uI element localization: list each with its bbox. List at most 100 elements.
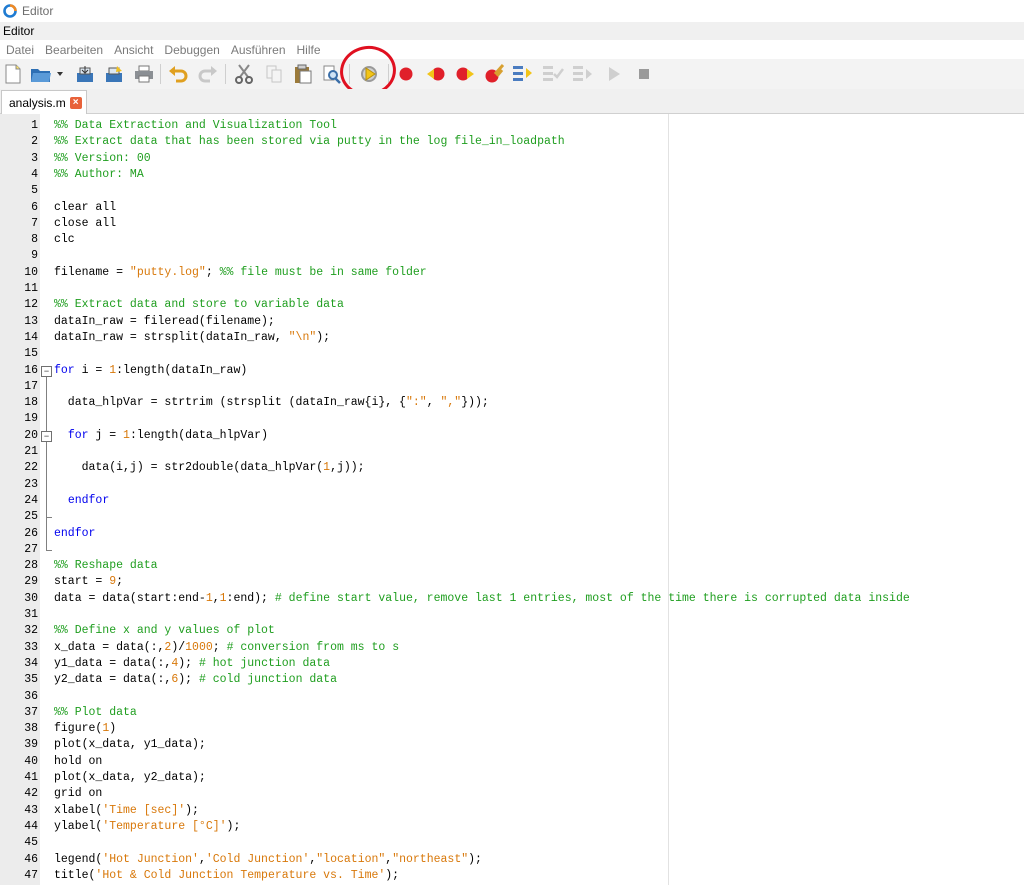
code-token: "putty.log"	[129, 265, 206, 279]
code-token: );	[178, 656, 199, 670]
cut-icon[interactable]	[233, 63, 255, 85]
code-text: %% Reshape data	[54, 558, 158, 574]
code-line[interactable]: 3 %% Version: 00	[0, 151, 1024, 167]
code-line[interactable]: 23	[0, 477, 1024, 493]
next-breakpoint-icon[interactable]	[454, 63, 476, 85]
code-token: title(	[54, 868, 96, 882]
breakpoint-icon[interactable]	[395, 63, 417, 85]
code-line[interactable]: 34 y1_data = data(:,4); # hot junction da…	[0, 656, 1024, 672]
code-line[interactable]: 21	[0, 444, 1024, 460]
line-number: 45	[24, 836, 38, 850]
menu-ausfuehren[interactable]: Ausführen	[225, 43, 291, 57]
code-line[interactable]: 25	[0, 509, 1024, 525]
code-line[interactable]: 22 data(i,j) = str2double(data_hlpVar(1,…	[0, 460, 1024, 476]
code-line[interactable]: 44 ylabel('Temperature [°C]');	[0, 819, 1024, 835]
code-line[interactable]: 42 grid on	[0, 786, 1024, 802]
code-line[interactable]: 20 for j = 1:length(data_hlpVar)	[0, 428, 1024, 444]
menu-hilfe[interactable]: Hilfe	[291, 43, 326, 57]
code-line[interactable]: 5	[0, 183, 1024, 199]
line-number: 15	[24, 347, 38, 361]
step-in-icon[interactable]	[542, 63, 564, 85]
code-line[interactable]: 45	[0, 835, 1024, 851]
line-number: 29	[24, 575, 38, 589]
code-line[interactable]: 2 %% Extract data that has been stored vi…	[0, 134, 1024, 150]
code-line[interactable]: 16 for i = 1:length(dataIn_raw)	[0, 363, 1024, 379]
code-editor[interactable]: 1 %% Data Extraction and Visualization To…	[0, 114, 1024, 885]
step-out-icon[interactable]	[572, 63, 594, 85]
code-line[interactable]: 37 %% Plot data	[0, 705, 1024, 721]
code-line[interactable]: 18 data_hlpVar = strtrim (strsplit (data…	[0, 395, 1024, 411]
code-line[interactable]: 32 %% Define x and y values of plot	[0, 623, 1024, 639]
code-line[interactable]: 11	[0, 281, 1024, 297]
print-icon[interactable]	[133, 63, 155, 85]
code-text: for i = 1:length(dataIn_raw)	[54, 363, 247, 379]
code-token: y2_data = data(:,	[54, 673, 172, 687]
new-file-icon[interactable]	[2, 63, 24, 85]
code-line[interactable]: 47 title('Hot & Cold Junction Temperature…	[0, 868, 1024, 884]
save-as-icon[interactable]	[103, 63, 125, 85]
code-text: endfor	[54, 493, 109, 509]
code-token: 1000	[185, 640, 213, 654]
code-line[interactable]: 40 hold on	[0, 754, 1024, 770]
find-icon[interactable]	[320, 63, 342, 85]
editor-panel-header: Editor	[0, 22, 1024, 40]
menu-debuggen[interactable]: Debuggen	[158, 43, 224, 57]
code-text: ylabel('Temperature [°C]');	[54, 819, 240, 835]
code-line[interactable]: 27	[0, 542, 1024, 558]
code-line[interactable]: 24 endfor	[0, 493, 1024, 509]
open-file-icon[interactable]	[30, 63, 52, 85]
octave-app-icon	[3, 4, 17, 18]
clear-breakpoints-icon[interactable]	[483, 63, 505, 85]
continue-icon[interactable]	[603, 63, 625, 85]
code-line[interactable]: 28 %% Reshape data	[0, 558, 1024, 574]
line-number: 24	[24, 493, 38, 507]
code-token: plot(x_data, y2_data);	[54, 771, 206, 784]
code-line[interactable]: 43 xlabel('Time [sec]');	[0, 803, 1024, 819]
code-line[interactable]: 4 %% Author: MA	[0, 167, 1024, 183]
previous-breakpoint-icon[interactable]	[425, 63, 447, 85]
code-line[interactable]: 33 x_data = data(:,2)/1000; # conversion …	[0, 640, 1024, 656]
code-line[interactable]: 39 plot(x_data, y1_data);	[0, 737, 1024, 753]
code-line[interactable]: 15	[0, 346, 1024, 362]
close-icon[interactable]: ×	[69, 96, 82, 109]
save-icon[interactable]	[74, 63, 96, 85]
code-line[interactable]: 38 figure(1)	[0, 721, 1024, 737]
code-line[interactable]: 26 endfor	[0, 526, 1024, 542]
stop-icon[interactable]	[633, 63, 655, 85]
redo-icon[interactable]	[197, 63, 219, 85]
line-number: 9	[31, 249, 38, 263]
code-line[interactable]: 46 legend('Hot Junction','Cold Junction',…	[0, 852, 1024, 868]
code-line[interactable]: 9	[0, 248, 1024, 264]
step-icon[interactable]	[512, 63, 534, 85]
dropdown-arrow-icon[interactable]	[54, 63, 66, 85]
code-line[interactable]: 29 start = 9;	[0, 574, 1024, 590]
line-number: 37	[24, 705, 38, 719]
code-line[interactable]: 7 close all	[0, 216, 1024, 232]
code-line[interactable]: 8 clc	[0, 232, 1024, 248]
menu-datei[interactable]: Datei	[0, 43, 39, 57]
code-line[interactable]: 14 dataIn_raw = strsplit(dataIn_raw, "\n"…	[0, 330, 1024, 346]
code-line[interactable]: 1 %% Data Extraction and Visualization To…	[0, 118, 1024, 134]
code-line[interactable]: 17	[0, 379, 1024, 395]
copy-icon[interactable]	[263, 63, 285, 85]
code-line[interactable]: 41 plot(x_data, y2_data);	[0, 770, 1024, 786]
code-line[interactable]: 19	[0, 411, 1024, 427]
paste-icon[interactable]	[292, 63, 314, 85]
code-token: # cold junction data	[198, 673, 337, 687]
menu-ansicht[interactable]: Ansicht	[108, 43, 158, 57]
code-text: x_data = data(:,2)/1000; # conversion fr…	[54, 640, 399, 656]
code-line[interactable]: 6 clear all	[0, 200, 1024, 216]
fold-toggle-icon[interactable]: −	[41, 365, 52, 377]
fold-toggle-icon[interactable]: −	[41, 430, 52, 442]
code-line[interactable]: 31	[0, 607, 1024, 623]
code-line[interactable]: 35 y2_data = data(:,6); # cold junction d…	[0, 672, 1024, 688]
code-line[interactable]: 12 %% Extract data and store to variable …	[0, 297, 1024, 313]
code-line[interactable]: 30 data = data(start:end-1,1:end); # defi…	[0, 591, 1024, 607]
undo-icon[interactable]	[167, 63, 189, 85]
code-line[interactable]: 13 dataIn_raw = fileread(filename);	[0, 314, 1024, 330]
line-number: 30	[24, 591, 38, 605]
menu-bearbeiten[interactable]: Bearbeiten	[39, 43, 108, 57]
tab-analysis-m[interactable]: analysis.m ×	[1, 90, 87, 114]
code-line[interactable]: 36	[0, 689, 1024, 705]
code-line[interactable]: 10 filename = "putty.log"; %% file must b…	[0, 265, 1024, 281]
